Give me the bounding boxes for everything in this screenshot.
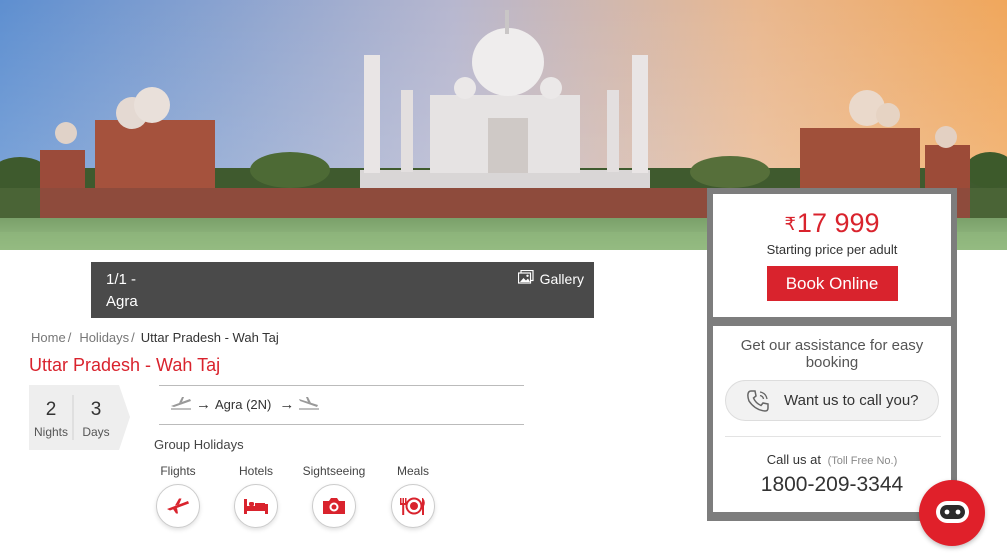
inclusion-label: Flights xyxy=(160,464,196,478)
flight-arrive-icon xyxy=(298,396,320,413)
assistance-title: Get our assistance for easy booking xyxy=(740,337,924,371)
flight-icon xyxy=(156,484,200,528)
breadcrumb-separator: / xyxy=(131,330,135,345)
inclusion-label: Hotels xyxy=(238,464,273,478)
gallery-bar: 1/1 - Agra Gallery xyxy=(91,262,594,318)
days-count: 3 Days xyxy=(74,399,118,439)
currency-symbol: ₹ xyxy=(784,214,796,234)
breadcrumb-separator: / xyxy=(67,330,72,345)
nights-label: Nights xyxy=(33,425,68,439)
call-us-label: Call us at (Toll Free No.) xyxy=(713,452,951,467)
package-price: ₹17 999 xyxy=(713,208,951,239)
price-amount: 17 999 xyxy=(796,208,880,238)
route-divider xyxy=(159,385,524,386)
inclusion-flights: Flights xyxy=(138,464,218,528)
holiday-type-label: Group Holidays xyxy=(154,437,244,452)
gallery-label: Gallery xyxy=(539,270,584,287)
inclusion-meals: Meals xyxy=(373,464,453,528)
book-online-button[interactable]: Book Online xyxy=(766,266,898,301)
breadcrumb-holidays[interactable]: Holidays xyxy=(79,330,129,345)
route-arrow: → xyxy=(279,396,295,413)
nights-value: 2 xyxy=(45,399,57,420)
inclusion-hotels: Hotels xyxy=(216,464,296,528)
breadcrumb: Home / Holidays / Uttar Pradesh - Wah Ta… xyxy=(31,330,279,345)
assistance-divider xyxy=(725,436,941,437)
booking-panel: ₹17 999 Starting price per adult Book On… xyxy=(707,188,957,521)
days-label: Days xyxy=(82,425,110,439)
chatbot-button[interactable] xyxy=(919,480,985,546)
assistance-card: Get our assistance for easy booking Want… xyxy=(713,326,951,512)
bed-icon xyxy=(234,484,278,528)
duration-box: 2 Nights 3 Days xyxy=(29,385,130,450)
toll-free-note: (Toll Free No.) xyxy=(827,455,898,467)
flight-depart-icon xyxy=(170,396,192,413)
inclusion-sightseeing: Sightseeing xyxy=(294,464,374,528)
inclusion-label: Meals xyxy=(396,464,429,478)
phone-number[interactable]: 1800-209-3344 xyxy=(713,473,951,497)
gallery-location: Agra xyxy=(106,293,138,310)
request-callback-label: Want us to call you? xyxy=(784,392,919,409)
camera-icon xyxy=(312,484,356,528)
price-subtitle: Starting price per adult xyxy=(766,242,898,257)
breadcrumb-home[interactable]: Home xyxy=(31,330,66,345)
phone-icon xyxy=(746,389,770,413)
request-callback-button[interactable]: Want us to call you? xyxy=(725,380,939,421)
meals-icon xyxy=(391,484,435,528)
package-title: Uttar Pradesh - Wah Taj xyxy=(29,355,221,375)
gallery-button[interactable]: Gallery xyxy=(517,269,584,287)
route-divider xyxy=(159,424,524,425)
gallery-counter: 1/1 - xyxy=(106,271,137,288)
route-arrow: → xyxy=(196,396,211,413)
gallery-icon xyxy=(517,269,534,287)
itinerary-route: → Agra (2N) → xyxy=(170,396,320,413)
call-at-text: Call us at xyxy=(766,452,821,467)
nights-count: 2 Nights xyxy=(29,399,73,439)
price-card: ₹17 999 Starting price per adult Book On… xyxy=(713,194,951,317)
inclusion-label: Sightseeing xyxy=(302,464,366,478)
chatbot-icon xyxy=(936,501,969,523)
breadcrumb-current: Uttar Pradesh - Wah Taj xyxy=(140,330,279,345)
route-stop: Agra (2N) xyxy=(215,397,272,412)
days-value: 3 xyxy=(90,399,102,420)
